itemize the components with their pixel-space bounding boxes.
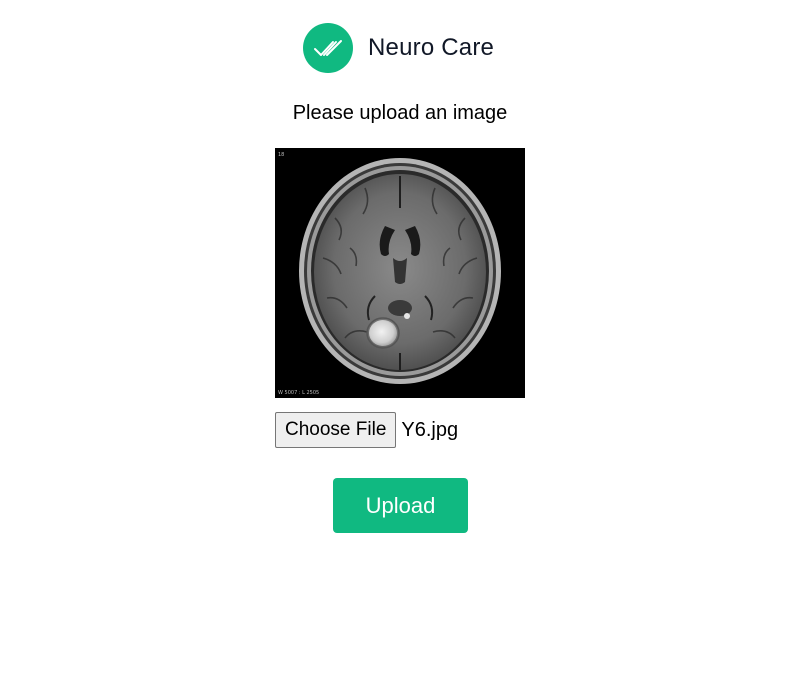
brand-logo [303,23,353,73]
slice-number: 18 [278,152,284,158]
upload-page: Neuro Care Please upload an image 18 W 5… [0,0,800,675]
brand-name: Neuro Care [368,34,495,61]
choose-file-button[interactable]: Choose File [275,412,397,448]
brain-mri-image: 18 W 5007 : L 2505 [275,148,525,398]
upload-prompt: Please upload an image [292,102,508,124]
image-preview: 18 W 5007 : L 2505 [275,148,525,398]
upload-button[interactable]: Upload [333,478,468,533]
window-level-label: W 5007 : L 2505 [278,390,319,396]
double-check-icon [314,40,342,56]
file-input-row: Choose File Y6.jpg [275,412,458,448]
brand-header: Neuro Care [303,23,494,73]
selected-file-name: Y6.jpg [401,418,459,441]
